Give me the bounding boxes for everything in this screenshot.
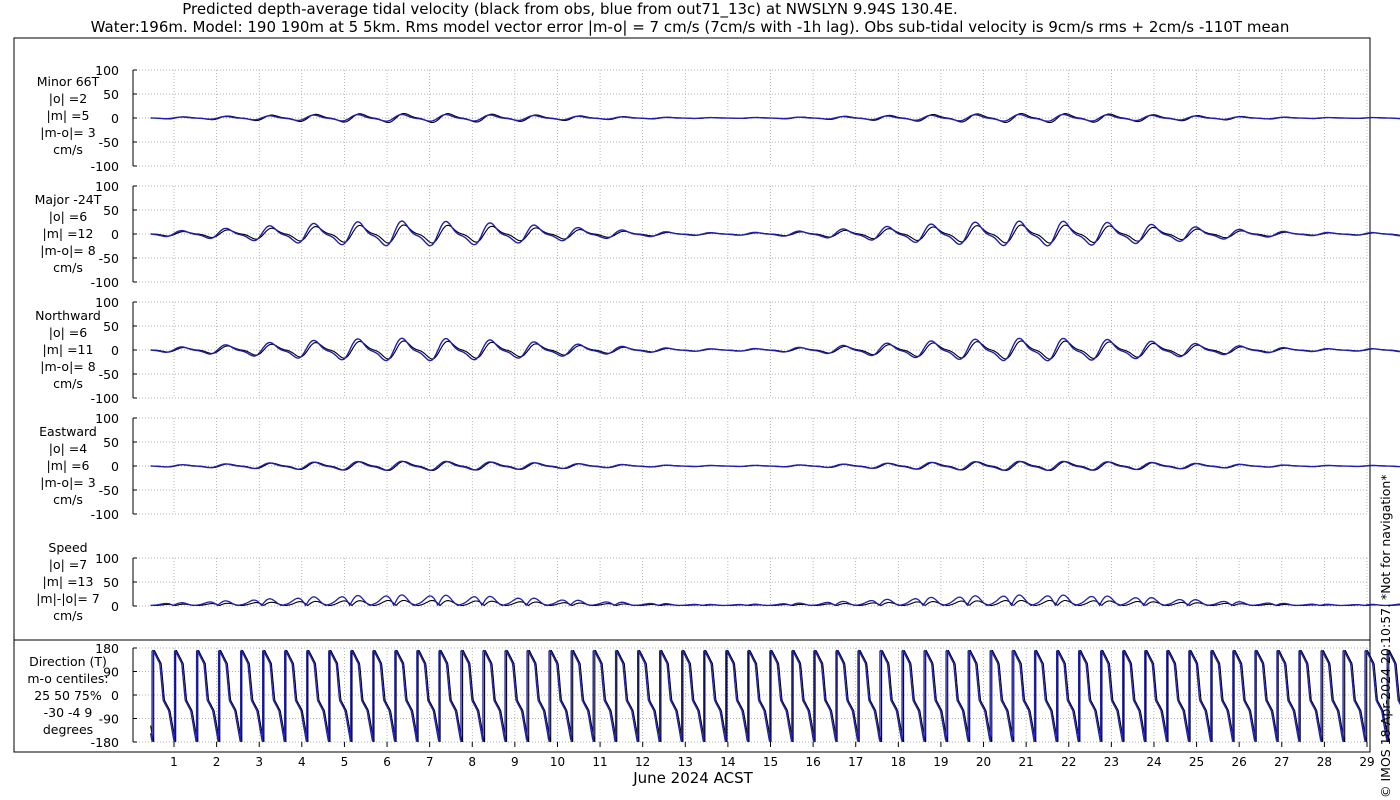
panel-label-line: -30 -4 9 <box>43 705 93 720</box>
panel-label-line: |m|-|o|= 7 <box>36 591 100 606</box>
model-series-line <box>150 460 1400 472</box>
x-tick-label: 16 <box>805 755 820 769</box>
x-tick-label: 10 <box>550 755 565 769</box>
panel-label-minor: Minor 66T |o| =2 |m| =5 |m-o|= 3 cm/s <box>16 73 120 158</box>
upper-frame <box>13 37 1371 641</box>
panel-label-line: 25 50 75% <box>34 688 102 703</box>
panel-label-line: |m-o|= 3 <box>40 475 96 490</box>
panel-label-line: |o| =4 <box>48 441 88 456</box>
panel-label-line: degrees <box>42 722 94 737</box>
panel-label-speed: Speed |o| =7 |m| =13 |m|-|o|= 7 cm/s <box>16 539 120 624</box>
x-tick-label: 26 <box>1232 755 1247 769</box>
panel-label-line: Eastward <box>39 424 97 439</box>
x-tick-label: 1 <box>170 755 178 769</box>
panel-label-line: cm/s <box>53 260 83 275</box>
x-tick-label: 6 <box>383 755 391 769</box>
panel-label-line: |m-o|= 8 <box>40 359 96 374</box>
x-tick-label: 4 <box>298 755 306 769</box>
panel-label-direction: Direction (T) m-o centiles: 25 50 75% -30 -… <box>16 653 120 738</box>
x-tick-label: 13 <box>678 755 693 769</box>
panel-label-line: Minor 66T <box>36 74 100 89</box>
panel-label-line: |o| =6 <box>48 325 88 340</box>
obs-direction-line <box>150 650 1400 743</box>
panel-label-line: |m| =13 <box>42 574 94 589</box>
model-series-line <box>150 220 1400 247</box>
x-tick-label: 28 <box>1317 755 1332 769</box>
panel-label-north: Northward |o| =6 |m| =11 |m-o|= 8 cm/s <box>16 307 120 392</box>
x-tick-label: 19 <box>933 755 948 769</box>
x-tick-label: 9 <box>511 755 519 769</box>
panel-label-line: Direction (T) <box>29 654 107 669</box>
panel-label-line: |o| =6 <box>48 209 88 224</box>
panel-label-line: |m-o|= 3 <box>40 125 96 140</box>
x-tick-label: 11 <box>592 755 607 769</box>
x-tick-label: 27 <box>1274 755 1289 769</box>
panel-label-major: Major -24T |o| =6 |m| =12 |m-o|= 8 cm/s <box>16 191 120 276</box>
panel-label-line: cm/s <box>53 492 83 507</box>
panel-label-line: cm/s <box>53 142 83 157</box>
x-tick-label: 7 <box>426 755 434 769</box>
x-tick-label: 20 <box>976 755 991 769</box>
x-tick-label: 2 <box>213 755 221 769</box>
panel-label-line: |m| =11 <box>42 342 94 357</box>
x-axis-label: June 2024 ACST <box>633 769 753 787</box>
x-tick-label: 29 <box>1359 755 1374 769</box>
panel-label-line: |o| =7 <box>48 557 88 572</box>
copyright-notice: © IMOS 18-Apr-2024 20:10:57. *Not for na… <box>1378 474 1393 798</box>
panel-label-line: Northward <box>35 308 101 323</box>
panel-label-line: m-o centiles: <box>27 671 109 686</box>
x-tick-label: 5 <box>341 755 349 769</box>
panel-label-line: |m| =6 <box>46 458 90 473</box>
obs-series-line <box>150 224 1400 244</box>
panel-label-line: |m| =12 <box>42 226 94 241</box>
y-tick-label: -100 <box>91 391 119 406</box>
model-speed-line <box>150 594 1400 607</box>
panel-label-line: |m| =5 <box>46 108 90 123</box>
x-tick-label: 25 <box>1189 755 1204 769</box>
panel-label-line: cm/s <box>53 608 83 623</box>
x-tick-label: 8 <box>468 755 476 769</box>
y-tick-label: -100 <box>91 507 119 522</box>
tidal-velocity-chart: 100500-50-100100500-50-100100500-50-1001… <box>13 37 1400 769</box>
x-tick-label: 14 <box>720 755 735 769</box>
x-tick-label: 23 <box>1104 755 1119 769</box>
model-series-line <box>150 113 1400 122</box>
x-tick-label: 12 <box>635 755 650 769</box>
x-tick-label: 3 <box>255 755 263 769</box>
panel-label-line: Major -24T <box>34 192 102 207</box>
x-tick-label: 21 <box>1019 755 1034 769</box>
panel-label-line: |m-o|= 8 <box>40 243 96 258</box>
panel-label-line: |o| =2 <box>48 91 88 106</box>
y-tick-label: -100 <box>91 159 119 174</box>
x-tick-label: 22 <box>1061 755 1076 769</box>
x-tick-label: 15 <box>763 755 778 769</box>
model-series-line <box>150 337 1400 362</box>
panel-label-line: cm/s <box>53 376 83 391</box>
x-tick-label: 18 <box>891 755 906 769</box>
x-tick-label: 24 <box>1146 755 1161 769</box>
x-tick-label: 17 <box>848 755 863 769</box>
obs-series-line <box>150 340 1400 360</box>
panel-label-line: Speed <box>48 540 88 555</box>
panel-label-east: Eastward |o| =4 |m| =6 |m-o|= 3 cm/s <box>16 423 120 508</box>
y-tick-label: -100 <box>91 275 119 290</box>
